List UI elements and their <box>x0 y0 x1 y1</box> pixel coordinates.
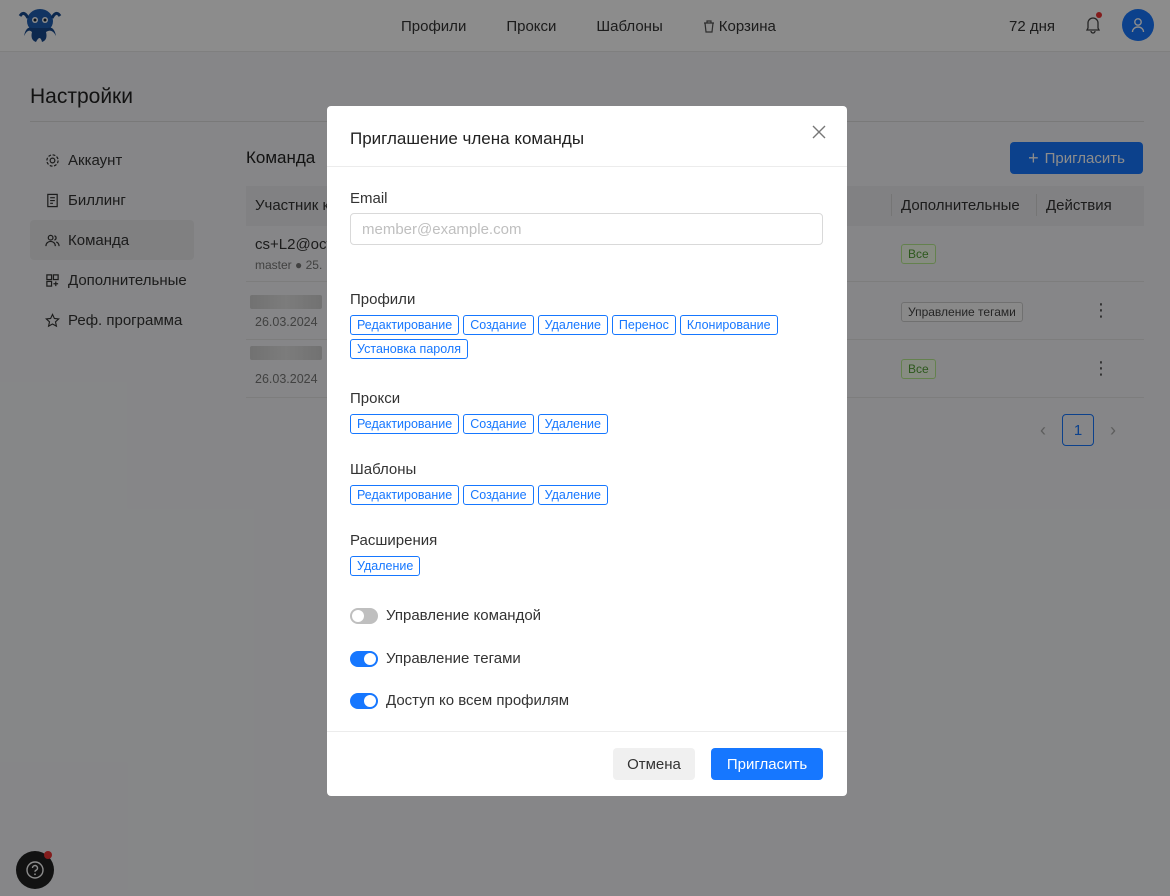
modal-footer-divider <box>327 731 847 732</box>
permission-chip[interactable]: Редактирование <box>350 315 460 335</box>
toggle-label: Доступ ко всем профилям <box>386 692 570 709</box>
permission-chip[interactable]: Удаление <box>537 485 608 505</box>
invite-member-modal: Приглашение члена команды Email Профили … <box>327 106 847 796</box>
submit-invite-button[interactable]: Пригласить <box>711 748 823 780</box>
permission-chip[interactable]: Создание <box>463 485 534 505</box>
email-label: Email <box>350 190 388 207</box>
toggle-team-management: Управление командой <box>350 607 541 624</box>
toggle-label: Управление тегами <box>386 650 521 667</box>
switch-knob <box>352 609 364 622</box>
profiles-section-label: Профили <box>350 291 416 308</box>
templates-section-label: Шаблоны <box>350 461 417 478</box>
toggle-tag-management: Управление тегами <box>350 650 521 667</box>
email-field[interactable] <box>350 213 823 245</box>
proxies-permissions: Редактирование Создание Удаление <box>350 414 830 434</box>
permission-chip[interactable]: Редактирование <box>350 485 460 505</box>
permission-chip[interactable]: Установка пароля <box>350 339 468 359</box>
all-profiles-access-switch[interactable] <box>350 692 378 709</box>
permission-chip[interactable]: Удаление <box>350 556 421 576</box>
modal-title: Приглашение члена команды <box>350 129 585 148</box>
profiles-permissions: Редактирование Создание Удаление Перенос… <box>350 315 830 359</box>
modal-header-divider <box>327 166 847 167</box>
tag-management-switch[interactable] <box>350 650 378 667</box>
switch-knob <box>364 694 376 707</box>
permission-chip[interactable]: Клонирование <box>679 315 778 335</box>
extensions-section-label: Расширения <box>350 532 438 549</box>
close-icon[interactable] <box>811 124 827 140</box>
permission-chip[interactable]: Удаление <box>537 414 608 434</box>
templates-permissions: Редактирование Создание Удаление <box>350 485 830 505</box>
proxies-section-label: Прокси <box>350 390 401 407</box>
permission-chip[interactable]: Перенос <box>611 315 676 335</box>
toggle-all-profiles-access: Доступ ко всем профилям <box>350 692 569 709</box>
permission-chip[interactable]: Удаление <box>537 315 608 335</box>
toggle-label: Управление командой <box>386 607 542 624</box>
permission-chip[interactable]: Редактирование <box>350 414 460 434</box>
permission-chip[interactable]: Создание <box>463 315 534 335</box>
switch-knob <box>364 652 376 665</box>
extensions-permissions: Удаление <box>350 556 830 576</box>
team-management-switch[interactable] <box>350 607 378 624</box>
cancel-button[interactable]: Отмена <box>613 748 695 780</box>
permission-chip[interactable]: Создание <box>463 414 534 434</box>
